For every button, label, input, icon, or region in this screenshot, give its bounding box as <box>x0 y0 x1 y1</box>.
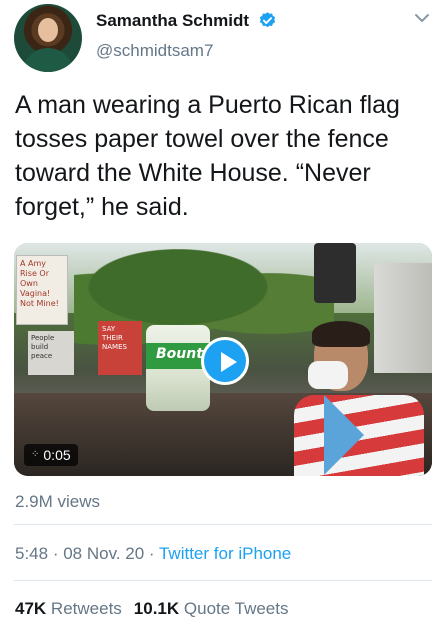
protest-sign: People build peace <box>28 331 74 375</box>
tweet-header: Samantha Schmidt @schmidtsam7 <box>0 0 447 80</box>
video-duration-badge: ⁘ 0:05 <box>24 444 78 466</box>
quote-tweets-stat[interactable]: 10.1K Quote Tweets <box>134 599 289 618</box>
chevron-down-icon[interactable] <box>414 12 430 24</box>
tweet-time[interactable]: 5:48 <box>15 544 48 563</box>
protest-sign: SAY THEIR NAMES <box>98 321 142 375</box>
play-icon <box>221 352 237 372</box>
verified-badge-icon <box>259 12 276 28</box>
view-count: 2.9M views <box>15 492 101 511</box>
tweet-timestamp: 5:48 · 08 Nov. 20 · Twitter for iPhone <box>15 544 292 563</box>
divider <box>14 580 432 581</box>
gif-icon: ⁘ <box>31 449 40 460</box>
video-scene-lamp <box>314 243 356 303</box>
handle[interactable]: @schmidtsam7 <box>96 41 213 61</box>
paper-towel-pack: Bounty <box>146 325 212 411</box>
tweet-text: A man wearing a Puerto Rican flag tosses… <box>15 91 400 221</box>
divider <box>14 524 432 525</box>
avatar-face <box>38 18 58 42</box>
protest-sign: A Amy Rise Or Own Vagina! Not Mine! <box>16 255 68 325</box>
retweets-stat[interactable]: 47K Retweets <box>15 599 122 618</box>
video-duration: 0:05 <box>43 447 71 463</box>
avatar[interactable] <box>14 4 82 72</box>
avatar-shirt <box>22 48 74 72</box>
tweet-date[interactable]: 08 Nov. 20 <box>63 544 144 563</box>
tweet-stats: 47K Retweets 10.1K Quote Tweets <box>15 599 289 619</box>
display-name[interactable]: Samantha Schmidt <box>96 11 249 31</box>
play-button[interactable] <box>201 337 249 385</box>
video-player[interactable]: A Amy Rise Or Own Vagina! Not Mine! Peop… <box>14 243 432 476</box>
tweet-source-link[interactable]: Twitter for iPhone <box>159 544 291 563</box>
video-scene-man <box>294 321 424 476</box>
